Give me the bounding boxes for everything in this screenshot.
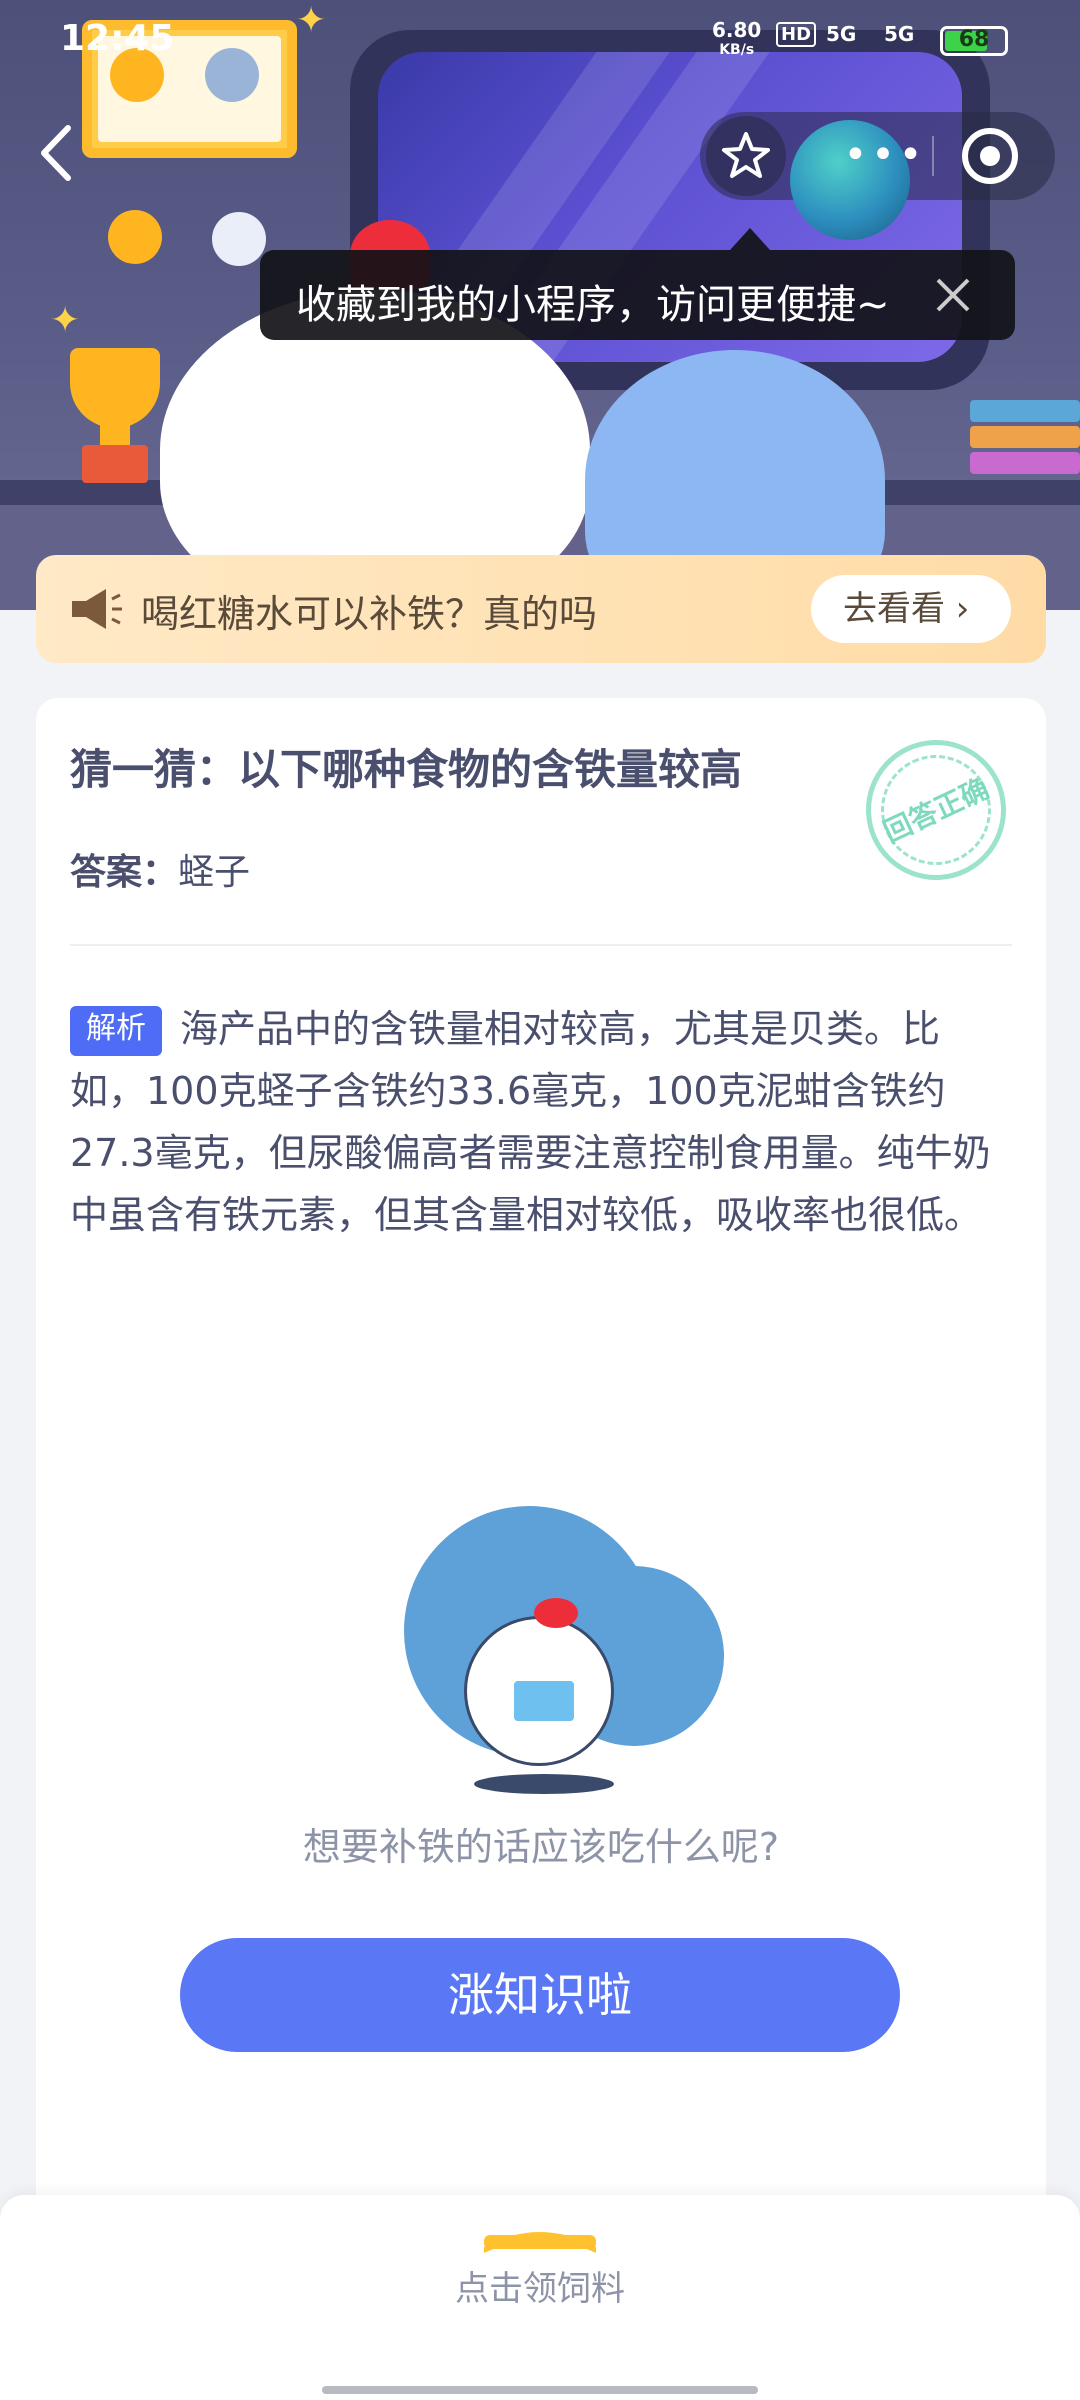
battery-level: 68	[958, 27, 990, 52]
divider	[70, 944, 1012, 946]
capsule-divider	[932, 136, 934, 176]
star-icon	[722, 132, 770, 178]
signal-5g-1: 5G	[826, 22, 857, 46]
status-bar: 12:45 6.80 KB/s HD 5G 5G 68	[0, 0, 1080, 80]
tip-text: 喝红糖水可以补铁？真的吗	[141, 592, 598, 636]
book	[970, 426, 1080, 448]
more-dots-icon: •••	[843, 132, 927, 178]
battery-icon: 68	[940, 26, 1008, 56]
analysis-text: 海产品中的含铁量相对较高，尤其是贝类。比如，100克蛏子含铁约33.6毫克，10…	[70, 1007, 991, 1237]
megaphone-icon	[68, 585, 124, 633]
silver-medal-icon	[212, 212, 266, 266]
net-speed: 6.80 KB/s	[712, 20, 761, 60]
chicken-comb	[534, 1598, 578, 1628]
signal-5g-2: 5G	[884, 22, 915, 46]
analysis-block: 解析 海产品中的含铁量相对较高，尤其是贝类。比如，100克蛏子含铁约33.6毫克，…	[70, 998, 1012, 1246]
shadow-shape	[474, 1774, 614, 1794]
favorite-tooltip: 收藏到我的小程序，访问更便捷~	[260, 228, 1015, 340]
trophy-base	[82, 445, 148, 483]
close-icon	[936, 278, 970, 312]
book	[970, 452, 1080, 474]
home-indicator[interactable]	[322, 2386, 758, 2394]
promo-hint: 想要补铁的话应该吃什么呢?	[302, 1825, 780, 1869]
question-card: 猜一猜：以下哪种食物的含铁量较高 答案：蛏子 回答正确 解析 海产品中的含铁量相对…	[36, 698, 1046, 2278]
tip-banner[interactable]: 喝红糖水可以补铁？真的吗 去看看 ›	[36, 555, 1046, 663]
chevron-up-icon	[480, 2217, 600, 2253]
gold-medal-icon	[108, 210, 162, 264]
feed-label: 点击领饲料	[455, 2269, 625, 2309]
book	[970, 400, 1080, 422]
correct-stamp: 回答正确	[842, 716, 1030, 904]
chevron-left-icon	[41, 125, 71, 181]
answer-value: 蛏子	[178, 852, 251, 893]
more-button[interactable]: •••	[840, 130, 930, 190]
analysis-tag: 解析	[70, 1006, 162, 1056]
status-time: 12:45	[60, 18, 175, 59]
books-stack	[970, 400, 1080, 490]
answer-line: 答案：蛏子	[70, 843, 250, 895]
net-speed-unit: KB/s	[719, 42, 755, 58]
hd-badge: HD	[776, 22, 817, 47]
reading-chicken-illustration	[394, 1506, 724, 1806]
sparkle-icon: ✦	[50, 300, 81, 341]
answer-label: 答案：	[70, 852, 179, 893]
tooltip-close-button[interactable]	[926, 268, 980, 322]
go-see-button[interactable]: 去看看 ›	[811, 575, 1011, 643]
learn-more-button[interactable]: 涨知识啦	[180, 1938, 900, 2052]
back-button[interactable]	[32, 118, 82, 188]
favorite-button[interactable]	[706, 116, 786, 196]
book-icon	[514, 1681, 574, 1721]
tooltip-text: 收藏到我的小程序，访问更便捷~	[296, 282, 890, 328]
net-speed-value: 6.80	[712, 18, 762, 42]
bottom-panel[interactable]: 点击领饲料	[0, 2195, 1080, 2400]
question-title: 猜一猜：以下哪种食物的含铁量较高	[70, 745, 743, 794]
close-miniprogram-button[interactable]	[962, 128, 1018, 184]
trophy-icon	[70, 348, 160, 428]
